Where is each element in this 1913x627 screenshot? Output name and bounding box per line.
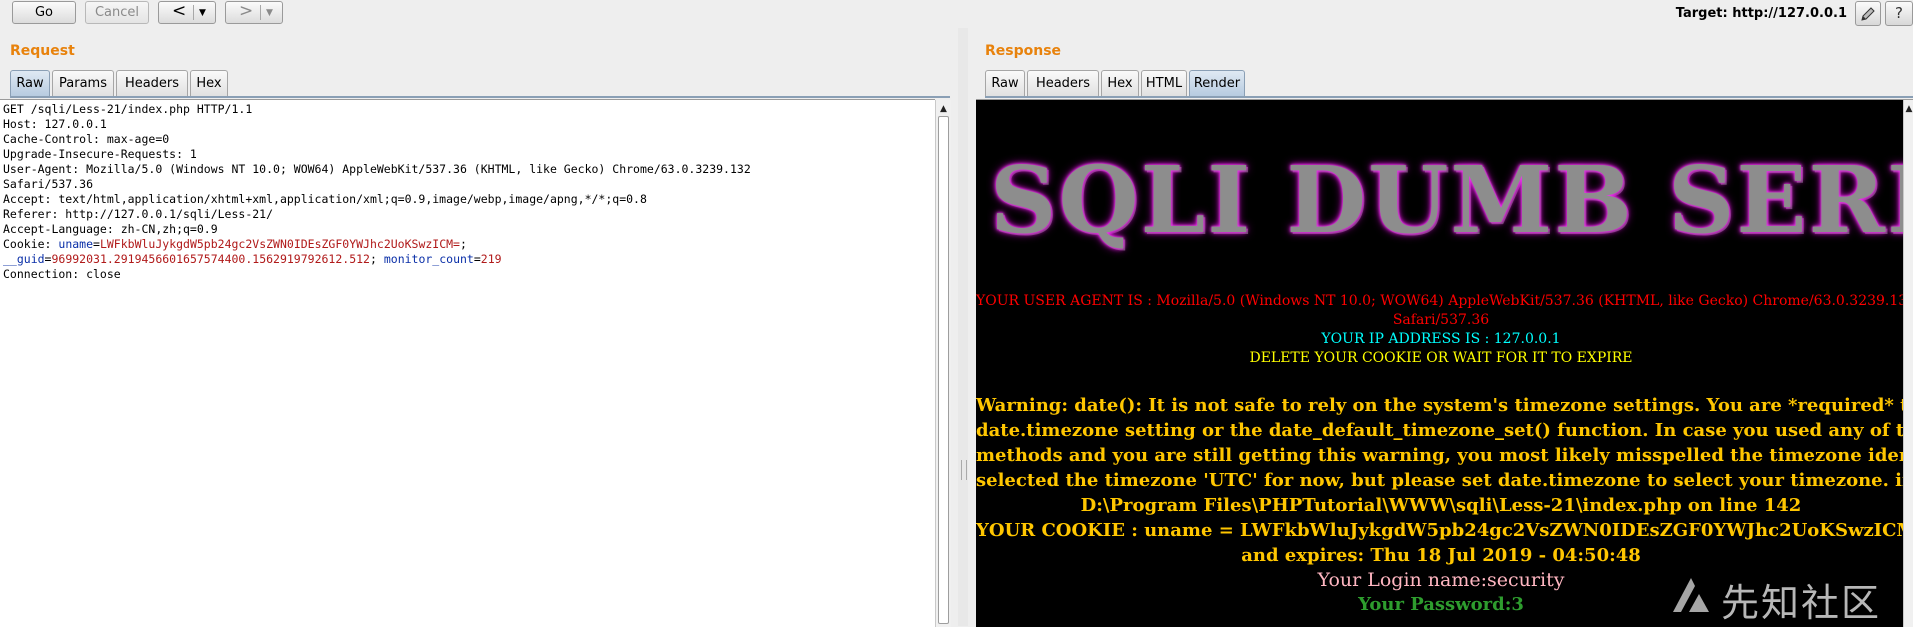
tab-render[interactable]: Render — [1189, 70, 1245, 96]
tab-params[interactable]: Params — [52, 70, 114, 96]
tab-label: Raw — [991, 76, 1019, 91]
tab-raw[interactable]: Raw — [10, 70, 50, 96]
banner: SQLI DUMB SERIES — [990, 150, 1913, 250]
target-label: Target: — [1675, 6, 1728, 21]
help-button[interactable]: ? — [1885, 1, 1913, 26]
toolbar: Go Cancel < ▼ > ▼ Target: http://127.0.0… — [0, 0, 1913, 28]
header-line: Host: 127.0.0.1 — [3, 117, 107, 131]
warning-line: Warning: date(): It is not safe to rely … — [976, 395, 1913, 416]
request-scrollbar[interactable]: ▲ — [935, 100, 951, 627]
scroll-up-icon[interactable]: ▲ — [936, 102, 951, 116]
tab-label: Headers — [1035, 76, 1091, 91]
chevron-left-icon: < — [172, 1, 187, 21]
tab-label: Hex — [1107, 76, 1133, 91]
response-title: Response — [985, 43, 1062, 59]
cookie-name-guid: __guid — [3, 252, 45, 266]
tab-label: Hex — [196, 76, 222, 91]
cookie-value-uname: LWFkbWluJykgdW5pb24gc2VsZWN0IDEsZGF0YWJh… — [99, 237, 460, 251]
edit-target-button[interactable] — [1855, 1, 1881, 26]
cookie-prefix: Cookie: — [3, 237, 59, 251]
header-line: Referer: http://127.0.0.1/sqli/Less-21/ — [3, 207, 274, 221]
expires-line: and expires: Thu 18 Jul 2019 - 04:50:48 — [1241, 545, 1641, 566]
request-editor[interactable]: GET /sqli/Less-21/index.php HTTP/1.1 Hos… — [0, 99, 951, 627]
response-scrollbar[interactable]: ▲ — [1903, 100, 1913, 627]
tab-label: HTML — [1145, 76, 1183, 91]
watermark: 先知社区 — [1669, 570, 1909, 625]
warning-line: date.timezone setting or the date_defaul… — [976, 420, 1913, 441]
pencil-icon — [1861, 7, 1875, 21]
cookie-value-monitor: 219 — [480, 252, 502, 266]
back-button[interactable]: < ▼ — [158, 1, 216, 24]
header-line: Connection: close — [3, 267, 121, 281]
tab-label: Render — [1193, 76, 1241, 91]
tab-hex[interactable]: Hex — [1101, 70, 1139, 96]
help-icon: ? — [1895, 4, 1903, 22]
tab-label: Params — [59, 76, 107, 91]
tab-label: Raw — [16, 76, 44, 91]
cancel-button-label: Cancel — [94, 5, 140, 20]
warning-line: selected the timezone 'UTC' for now, but… — [976, 470, 1913, 491]
user-agent-line-2: Safari/537.36 — [1392, 312, 1490, 328]
response-tab-divider — [985, 96, 1913, 98]
go-button[interactable]: Go — [12, 1, 76, 24]
go-button-label: Go — [34, 5, 54, 20]
tab-html[interactable]: HTML — [1141, 70, 1187, 96]
target-display: Target: http://127.0.0.1 — [1676, 6, 1847, 21]
forward-history-dropdown-icon[interactable]: ▼ — [266, 2, 273, 24]
back-history-dropdown-icon[interactable]: ▼ — [199, 2, 206, 24]
header-line: Upgrade-Insecure-Requests: 1 — [3, 147, 197, 161]
header-line: User-Agent: Mozilla/5.0 (Windows NT 10.0… — [3, 162, 751, 176]
watermark-text: 先知社区 — [1721, 581, 1882, 625]
warning-line: methods and you are still getting this w… — [976, 445, 1913, 466]
banner-title: SQLI DUMB SERIES — [990, 146, 1913, 254]
target-url: http://127.0.0.1 — [1732, 6, 1847, 21]
tab-raw[interactable]: Raw — [985, 70, 1025, 96]
header-line: Cache-Control: max-age=0 — [3, 132, 170, 146]
tab-headers[interactable]: Headers — [116, 70, 188, 96]
watermark-logo-icon — [1673, 578, 1709, 612]
splitter-grip-icon — [961, 460, 967, 480]
ip-address-line: YOUR IP ADDRESS IS : 127.0.0.1 — [1321, 331, 1561, 347]
tab-label: Headers — [124, 76, 180, 91]
response-render-view[interactable]: SQLI DUMB SERIES YOUR USER AGENT IS : Mo… — [976, 99, 1913, 627]
delete-cookie-line: DELETE YOUR COOKIE OR WAIT FOR IT TO EXP… — [1249, 350, 1633, 366]
warning-line: D:\Program Files\PHPTutorial\WWW\sqli\Le… — [1080, 495, 1802, 516]
tab-headers[interactable]: Headers — [1027, 70, 1099, 96]
chevron-right-icon: > — [239, 1, 254, 21]
cookie-value-line: YOUR COOKIE : uname = LWFkbWluJykgdW5pb2… — [976, 520, 1913, 541]
header-line: Safari/537.36 — [3, 177, 94, 191]
cookie-name-uname: uname — [58, 237, 94, 251]
user-agent-line: YOUR USER AGENT IS : Mozilla/5.0 (Window… — [976, 293, 1913, 309]
forward-button[interactable]: > ▼ — [225, 1, 283, 24]
tab-hex[interactable]: Hex — [190, 70, 228, 96]
scroll-thumb[interactable] — [938, 116, 949, 624]
header-line: Accept: text/html,application/xhtml+xml,… — [3, 192, 647, 206]
cookie-value-guid: 96992031.2919456601657574400.15629197926… — [51, 252, 370, 266]
pane-splitter[interactable] — [958, 28, 968, 626]
request-raw-text[interactable]: GET /sqli/Less-21/index.php HTTP/1.1 Hos… — [3, 102, 751, 282]
request-title: Request — [10, 43, 75, 59]
cookie-name-monitor: monitor_count — [383, 252, 474, 266]
cancel-button[interactable]: Cancel — [85, 1, 149, 24]
scroll-up-icon[interactable]: ▲ — [1904, 102, 1913, 116]
header-line: Accept-Language: zh-CN,zh;q=0.9 — [3, 222, 218, 236]
request-line: GET /sqli/Less-21/index.php HTTP/1.1 — [3, 102, 253, 116]
request-tab-divider — [10, 96, 950, 98]
